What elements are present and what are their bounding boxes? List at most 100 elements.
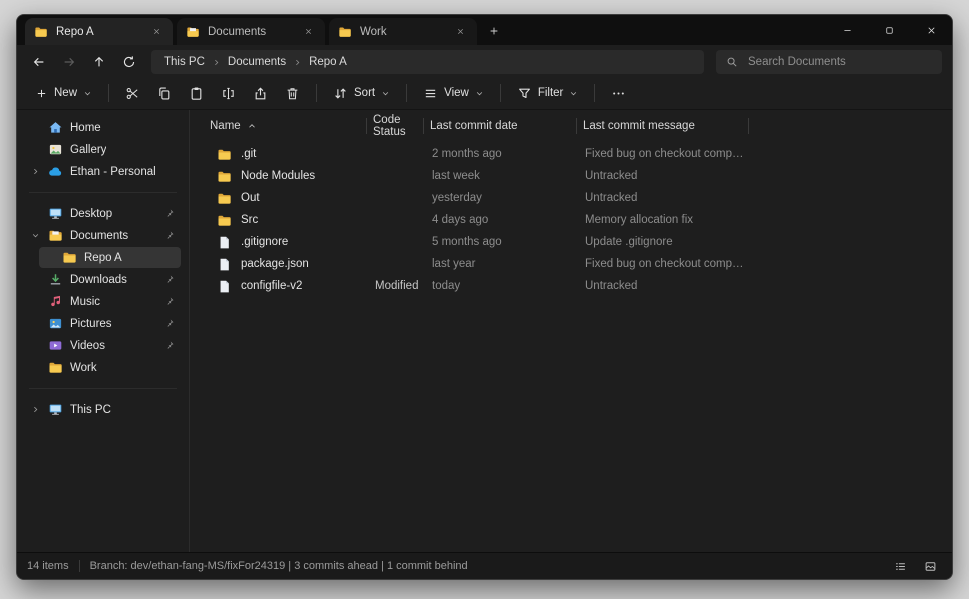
chevron-right-icon[interactable] xyxy=(29,405,41,414)
view-button[interactable]: View xyxy=(415,79,492,107)
new-button-label: New xyxy=(54,87,77,99)
sort-button[interactable]: Sort xyxy=(325,79,398,107)
copy-button[interactable] xyxy=(149,79,180,107)
refresh-button[interactable] xyxy=(115,50,143,74)
documents-icon xyxy=(186,25,200,39)
chevron-right-icon[interactable] xyxy=(29,167,41,176)
maximize-button[interactable] xyxy=(868,15,910,45)
music-icon xyxy=(48,294,63,309)
sort-button-label: Sort xyxy=(354,87,375,99)
new-tab-button[interactable] xyxy=(481,18,507,44)
column-header-name[interactable]: Name xyxy=(190,114,367,138)
plus-icon xyxy=(488,25,500,37)
last-commit-message: Untracked xyxy=(577,192,749,204)
chevron-right-icon xyxy=(212,58,221,67)
file-row-gitignore[interactable]: .gitignore 5 months ago Update .gitignor… xyxy=(190,231,952,253)
tab-close-button[interactable] xyxy=(148,24,164,40)
minimize-button[interactable] xyxy=(826,15,868,45)
cut-button[interactable] xyxy=(117,79,148,107)
last-commit-date: last week xyxy=(424,170,577,182)
column-header-last-commit-message-label: Last commit message xyxy=(583,120,695,132)
file-name: Src xyxy=(241,214,258,226)
file-row-node-modules[interactable]: Node Modules last week Untracked xyxy=(190,165,952,187)
search-box[interactable] xyxy=(716,50,942,74)
view-icon xyxy=(423,86,438,101)
column-header-last-commit-message[interactable]: Last commit message xyxy=(577,114,749,138)
sidebar-item-gallery[interactable]: Gallery xyxy=(25,139,181,160)
file-name: .git xyxy=(241,148,256,160)
tab-close-button[interactable] xyxy=(452,24,468,40)
sidebar-item-videos[interactable]: Videos xyxy=(25,335,181,356)
file-icon xyxy=(217,257,232,272)
file-list-header: Name Code Status Last commit date Last c… xyxy=(190,114,952,138)
last-commit-date: yesterday xyxy=(424,192,577,204)
back-button[interactable] xyxy=(25,50,53,74)
file-row-out[interactable]: Out yesterday Untracked xyxy=(190,187,952,209)
up-button[interactable] xyxy=(85,50,113,74)
documents-icon xyxy=(48,228,63,243)
tab-bar: Repo A Documents Work xyxy=(17,15,952,45)
close-icon xyxy=(456,27,465,36)
column-header-last-commit-date-label: Last commit date xyxy=(430,120,518,132)
folder-icon xyxy=(217,191,232,206)
thumbnails-view-button[interactable] xyxy=(918,556,942,576)
delete-button[interactable] xyxy=(277,79,308,107)
chevron-down-icon xyxy=(475,89,484,98)
breadcrumb-repo-a[interactable]: Repo A xyxy=(302,56,354,68)
sidebar-item-repo-a[interactable]: Repo A xyxy=(39,247,181,268)
copy-icon xyxy=(157,86,172,101)
navigation-pane: Home Gallery Ethan - Personal Desktop xyxy=(17,110,190,552)
file-row-git[interactable]: .git 2 months ago Fixed bug on checkout … xyxy=(190,143,952,165)
close-button[interactable] xyxy=(910,15,952,45)
sidebar-item-label: Documents xyxy=(70,230,128,242)
breadcrumb[interactable]: This PC Documents Repo A xyxy=(151,50,704,74)
more-options-button[interactable] xyxy=(603,79,634,107)
chevron-down-icon xyxy=(381,89,390,98)
rename-button[interactable] xyxy=(213,79,244,107)
file-row-package-json[interactable]: package.json last year Fixed bug on chec… xyxy=(190,253,952,275)
pin-icon xyxy=(164,340,175,351)
folder-icon xyxy=(217,147,232,162)
share-button[interactable] xyxy=(245,79,276,107)
sidebar-item-home[interactable]: Home xyxy=(25,117,181,138)
breadcrumb-documents[interactable]: Documents xyxy=(221,56,293,68)
chevron-down-icon[interactable] xyxy=(29,231,41,240)
search-input[interactable] xyxy=(746,55,932,69)
sort-ascending-icon xyxy=(247,121,257,131)
filter-button[interactable]: Filter xyxy=(509,79,587,107)
sidebar-item-desktop[interactable]: Desktop xyxy=(25,203,181,224)
sidebar-item-pictures[interactable]: Pictures xyxy=(25,313,181,334)
sidebar-item-work[interactable]: Work xyxy=(25,357,181,378)
tab-documents[interactable]: Documents xyxy=(177,18,325,45)
file-name: package.json xyxy=(241,258,309,270)
file-row-configfile-v2[interactable]: configfile-v2 Modified today Untracked xyxy=(190,275,952,297)
column-header-last-commit-date[interactable]: Last commit date xyxy=(424,114,577,138)
breadcrumb-this-pc[interactable]: This PC xyxy=(157,56,212,68)
sidebar-item-downloads[interactable]: Downloads xyxy=(25,269,181,290)
more-icon xyxy=(611,86,626,101)
up-arrow-icon xyxy=(92,55,106,69)
tab-repo-a[interactable]: Repo A xyxy=(25,18,173,45)
items-count: 14 items xyxy=(27,560,69,572)
details-view-button[interactable] xyxy=(888,556,912,576)
new-button[interactable]: New xyxy=(27,79,100,107)
sidebar-item-this-pc[interactable]: This PC xyxy=(25,399,181,420)
paste-button[interactable] xyxy=(181,79,212,107)
sidebar-item-onedrive[interactable]: Ethan - Personal xyxy=(25,161,181,182)
file-row-src[interactable]: Src 4 days ago Memory allocation fix xyxy=(190,209,952,231)
tab-close-button[interactable] xyxy=(300,24,316,40)
file-icon xyxy=(217,279,232,294)
sidebar-item-music[interactable]: Music xyxy=(25,291,181,312)
last-commit-date: 5 months ago xyxy=(424,236,577,248)
sidebar-item-documents[interactable]: Documents xyxy=(25,225,181,246)
folder-icon xyxy=(338,25,352,39)
tab-work[interactable]: Work xyxy=(329,18,477,45)
pin-icon xyxy=(164,274,175,285)
forward-arrow-icon xyxy=(62,55,76,69)
forward-button[interactable] xyxy=(55,50,83,74)
column-header-code-status[interactable]: Code Status xyxy=(367,114,424,138)
file-list-pane: Name Code Status Last commit date Last c… xyxy=(190,110,952,552)
cut-icon xyxy=(125,86,140,101)
column-header-spacer xyxy=(749,114,952,138)
downloads-icon xyxy=(48,272,63,287)
